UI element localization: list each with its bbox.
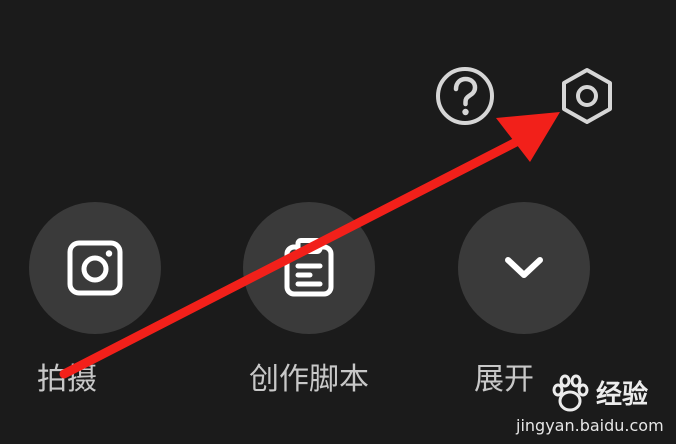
script-action[interactable]: 创作脚本: [243, 202, 379, 402]
watermark-brand: 经验: [596, 380, 649, 410]
chevron-down-icon: [505, 257, 543, 278]
script-document-icon: [284, 238, 334, 297]
watermark-url: jingyan.baidu.com: [516, 416, 664, 435]
watermark: 经验 jingyan.baidu.com: [510, 372, 676, 444]
hexagon-gear-icon: [562, 68, 612, 124]
annotation-arrow-head: [496, 112, 560, 162]
settings-button[interactable]: [555, 64, 619, 128]
baidu-paw-logo: [552, 374, 589, 412]
question-circle-icon: [436, 67, 494, 125]
capture-action[interactable]: 拍摄: [29, 202, 165, 402]
screen: 拍摄 创作脚本 展开 经验 jingyan.baidu.com: [0, 0, 676, 444]
capture-label: 拍摄: [37, 362, 97, 397]
expand-button[interactable]: [458, 202, 590, 334]
script-button[interactable]: [243, 202, 375, 334]
camera-icon: [67, 240, 123, 296]
help-button[interactable]: [435, 66, 495, 126]
script-label: 创作脚本: [249, 362, 369, 397]
capture-button[interactable]: [29, 202, 161, 334]
